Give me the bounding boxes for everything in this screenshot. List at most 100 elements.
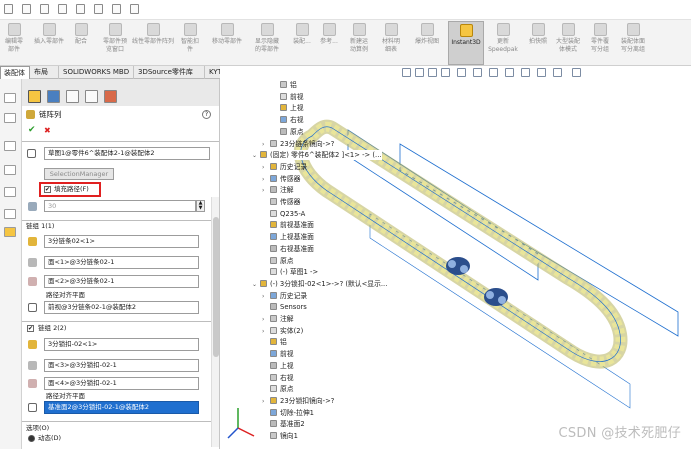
- ribbon-command-5[interactable]: 智能扣 件: [176, 21, 204, 65]
- cancel-button[interactable]: ✖: [44, 126, 51, 135]
- tree-item[interactable]: › 23分链条镜向->?: [262, 139, 334, 149]
- scroll-thumb[interactable]: [213, 217, 219, 357]
- ribbon-command-12[interactable]: 爆炸视图: [412, 21, 442, 65]
- new-icon[interactable]: [4, 4, 13, 14]
- tree-item[interactable]: 镜向1: [262, 431, 298, 441]
- ribbon-command-4[interactable]: 线性零部件阵列: [132, 21, 174, 65]
- count-spinner[interactable]: ▲ ▼: [196, 200, 205, 212]
- tree-item[interactable]: ⌄ (固定) 零件6^装配体2 ]<1> -> (...: [252, 150, 382, 161]
- expand-arrow-icon[interactable]: ›: [262, 163, 270, 173]
- tab-mbd[interactable]: SOLIDWORKS MBD: [60, 66, 134, 79]
- ribbon-command-14[interactable]: 更新 Speedpak: [486, 21, 520, 65]
- strip-icon-5[interactable]: [4, 187, 16, 197]
- expand-arrow-icon[interactable]: ›: [262, 292, 270, 302]
- ok-button[interactable]: ✔: [28, 126, 36, 135]
- tree-item[interactable]: 传感器: [262, 197, 300, 207]
- ribbon-command-3[interactable]: 零部件预 览窗口: [100, 21, 130, 65]
- ribbon-command-16[interactable]: 大型装配 体模式: [552, 21, 584, 65]
- expand-arrow-icon[interactable]: ›: [262, 186, 270, 196]
- undo-icon[interactable]: [76, 4, 85, 14]
- tree-item[interactable]: › 实体(2): [262, 326, 303, 336]
- tree-item[interactable]: 上视基准面: [262, 232, 314, 242]
- tab-assembly[interactable]: 装配体: [0, 66, 30, 79]
- fill-path-checkbox[interactable]: ✔: [44, 186, 51, 193]
- count-input[interactable]: 30: [44, 200, 196, 212]
- tree-item[interactable]: 铝: [272, 80, 297, 90]
- tree-item[interactable]: ⌄ (-) 3分锁扣-02<1>->? (默认<显示...: [252, 278, 388, 290]
- ribbon-command-1[interactable]: 插入零部件: [30, 21, 68, 65]
- expand-arrow-icon[interactable]: ⌄: [252, 151, 260, 161]
- path-field[interactable]: 草图1@零件6^装配体2-1@装配体2: [44, 147, 210, 160]
- strip-icon-2[interactable]: [4, 113, 16, 123]
- tree-item[interactable]: › 历史记录: [262, 162, 307, 172]
- group1-face2-field[interactable]: 面<2>@3分链条02-1: [44, 275, 199, 288]
- tab-layout[interactable]: 布局: [31, 66, 59, 79]
- tree-item[interactable]: 右视基准面: [262, 244, 314, 254]
- tree-item[interactable]: 原点: [262, 256, 294, 266]
- tree-item[interactable]: › 历史记录: [262, 291, 307, 301]
- strip-icon-1[interactable]: [4, 93, 16, 103]
- dimxpert-icon[interactable]: [85, 90, 98, 103]
- ribbon-command-11[interactable]: 材料明 细表: [376, 21, 406, 65]
- selection-manager-button[interactable]: SelectionManager: [44, 168, 114, 180]
- group2-component-field[interactable]: 3分锁扣-02<1>: [44, 338, 199, 351]
- tree-item[interactable]: 原点: [262, 384, 294, 394]
- ribbon-command-2[interactable]: 配合: [70, 21, 92, 65]
- ribbon-command-15[interactable]: 拍快照: [526, 21, 550, 65]
- tree-item[interactable]: 右视: [262, 373, 294, 383]
- ribbon-command-0[interactable]: 编辑零 部件: [0, 21, 28, 65]
- group2-checkbox[interactable]: ✔: [27, 325, 34, 332]
- strip-icon-4[interactable]: [4, 165, 16, 175]
- expand-arrow-icon[interactable]: ›: [262, 140, 270, 150]
- save-icon[interactable]: [40, 4, 49, 14]
- tree-item[interactable]: 前视基准面: [262, 220, 314, 230]
- ribbon-command-17[interactable]: 零件覆 写分组: [586, 21, 614, 65]
- help-icon[interactable]: ?: [202, 110, 211, 119]
- ribbon-command-6[interactable]: 移动零部件: [206, 21, 248, 65]
- strip-icon-3[interactable]: [4, 141, 16, 151]
- tree-item[interactable]: (-) 草图1 ->: [262, 267, 318, 277]
- configuration-manager-icon[interactable]: [66, 90, 79, 103]
- expand-arrow-icon[interactable]: ›: [262, 315, 270, 325]
- tree-item[interactable]: 右视: [272, 115, 304, 125]
- group2-face1-field[interactable]: 面<3>@3分锁扣-02-1: [44, 359, 199, 372]
- ribbon-command-8[interactable]: 装配...: [290, 21, 314, 65]
- strip-icon-6[interactable]: [4, 209, 16, 219]
- group1-component-field[interactable]: 3分链条02<1>: [44, 235, 199, 248]
- tree-item[interactable]: › 注解: [262, 185, 294, 195]
- graphics-viewport[interactable]: 铝前视 上视 右视 原点 › 23分链条镜向->? ⌄ (固定) 零件6^装配体2 ]<1> …: [220, 66, 691, 449]
- ribbon-command-7[interactable]: 显示隐藏 的零部件: [250, 21, 284, 65]
- tree-item[interactable]: › 23分锁扣镜向->?: [262, 396, 334, 406]
- dynamic-radio[interactable]: [28, 435, 35, 442]
- print-icon[interactable]: [58, 4, 67, 14]
- ribbon-command-9[interactable]: 参考...: [316, 21, 342, 65]
- strip-icon-7[interactable]: [4, 227, 16, 237]
- tree-item[interactable]: 前视: [262, 349, 294, 359]
- group1-face1-field[interactable]: 面<1>@3分链条02-1: [44, 256, 199, 269]
- tree-item[interactable]: 上视: [272, 103, 304, 113]
- ribbon-command-18[interactable]: 装配体面 写分离组: [616, 21, 650, 65]
- group1-path-plane-field[interactable]: 前视@3分链条02-1@装配体2: [44, 301, 199, 314]
- expand-arrow-icon[interactable]: ⌄: [252, 280, 260, 290]
- ribbon-command-13[interactable]: Instant3D: [448, 21, 484, 65]
- group2-path-plane-field[interactable]: 基准面2@3分锁扣-02-1@装配体2: [44, 401, 199, 414]
- ribbon-command-10[interactable]: 新建运 动算例: [344, 21, 374, 65]
- tree-item[interactable]: 前视: [272, 92, 304, 102]
- tree-item[interactable]: › 传感器: [262, 174, 300, 184]
- open-icon[interactable]: [22, 4, 31, 14]
- tree-item[interactable]: Sensors: [262, 302, 307, 312]
- expand-arrow-icon[interactable]: ›: [262, 175, 270, 185]
- expand-arrow-icon[interactable]: ›: [262, 397, 270, 407]
- tree-item[interactable]: 上视: [262, 361, 294, 371]
- panel-scrollbar[interactable]: [211, 197, 219, 447]
- tree-item[interactable]: 原点: [272, 127, 304, 137]
- tree-item[interactable]: › 注解: [262, 314, 294, 324]
- tab-3dsource[interactable]: 3DSource零件库: [135, 66, 205, 79]
- tree-item[interactable]: Q235-A: [262, 209, 305, 219]
- tree-item[interactable]: 基准面2: [262, 419, 305, 429]
- display-manager-icon[interactable]: [104, 90, 117, 103]
- property-manager-icon[interactable]: [47, 90, 60, 103]
- feature-manager-icon[interactable]: [28, 90, 41, 103]
- tree-item[interactable]: 切除-拉伸1: [262, 408, 314, 418]
- expand-arrow-icon[interactable]: ›: [262, 327, 270, 337]
